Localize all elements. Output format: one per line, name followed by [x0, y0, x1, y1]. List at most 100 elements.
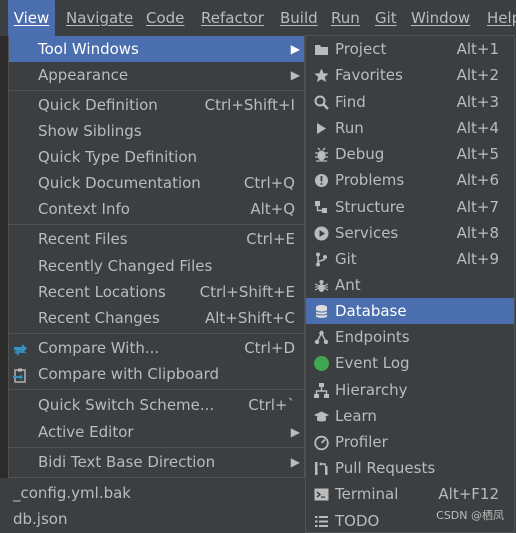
separator	[9, 90, 304, 91]
tool-window-database[interactable]: Database	[306, 298, 514, 324]
pull-request-icon	[313, 459, 330, 476]
tool-window-git[interactable]: Git Alt+9	[306, 246, 514, 272]
tool-window-profiler[interactable]: Profiler	[306, 429, 514, 455]
menu-item-label: Compare With...	[38, 339, 160, 357]
shortcut-label: Alt+8	[456, 224, 499, 242]
file-config-bak[interactable]: _config.yml.bak	[13, 484, 131, 502]
chevron-right-icon: ▶	[290, 68, 300, 82]
menu-view[interactable]: View	[8, 0, 55, 36]
menu-run[interactable]: Run	[331, 0, 360, 36]
star-icon	[313, 66, 330, 83]
tool-window-endpoints[interactable]: Endpoints	[306, 324, 514, 350]
shortcut-label: Alt+F12	[438, 485, 499, 503]
tool-window-event-log[interactable]: Event Log	[306, 350, 514, 376]
separator	[9, 333, 304, 334]
menu-item-compare-with[interactable]: Compare With... Ctrl+D	[9, 335, 304, 361]
menu-help[interactable]: Help	[487, 0, 516, 36]
tool-window-services[interactable]: Services Alt+8	[306, 220, 514, 246]
menu-refactor[interactable]: Refactor	[201, 0, 264, 36]
separator	[9, 389, 304, 390]
menu-item-label: Project	[335, 40, 387, 58]
menu-item-compare-with-clipboard[interactable]: Compare with Clipboard	[9, 361, 304, 387]
project-tree-files: _config.yml.bak db.json	[0, 478, 305, 533]
menu-item-label: Services	[335, 224, 399, 242]
menu-item-appearance[interactable]: Appearance ▶	[9, 62, 304, 88]
folder-icon	[313, 40, 330, 57]
file-db-json[interactable]: db.json	[13, 510, 67, 528]
services-icon	[313, 224, 330, 241]
chevron-right-icon: ▶	[290, 425, 300, 439]
tool-window-terminal[interactable]: Terminal Alt+F12	[306, 481, 514, 507]
menu-item-quick-definition[interactable]: Quick Definition Ctrl+Shift+I	[9, 92, 304, 118]
tool-window-favorites[interactable]: Favorites Alt+2	[306, 62, 514, 88]
terminal-icon	[313, 485, 330, 502]
tool-window-learn[interactable]: Learn	[306, 403, 514, 429]
menu-item-recent-changes[interactable]: Recent Changes Alt+Shift+C	[9, 305, 304, 331]
tool-window-structure[interactable]: Structure Alt+7	[306, 194, 514, 220]
shortcut-label: Ctrl+Shift+E	[199, 283, 295, 301]
menu-build[interactable]: Build	[280, 0, 318, 36]
menu-code[interactable]: Code	[146, 0, 184, 36]
shortcut-label: Alt+6	[456, 171, 499, 189]
menu-item-label: Quick Definition	[38, 96, 158, 114]
tool-window-debug[interactable]: Debug Alt+5	[306, 141, 514, 167]
menu-item-label: Debug	[335, 145, 385, 163]
endpoints-icon	[313, 328, 330, 345]
tool-window-project[interactable]: Project Alt+1	[306, 36, 514, 62]
menu-item-label: Learn	[335, 407, 377, 425]
menu-item-label: Recent Locations	[38, 283, 166, 301]
tool-window-ant[interactable]: Ant	[306, 272, 514, 298]
compare-clipboard-icon	[12, 366, 29, 383]
profiler-icon	[313, 433, 330, 451]
git-branch-icon	[313, 250, 330, 267]
menu-item-label: Structure	[335, 198, 405, 216]
tool-window-run[interactable]: Run Alt+4	[306, 115, 514, 141]
menu-item-quick-type-definition[interactable]: Quick Type Definition	[9, 144, 304, 170]
compare-arrows-icon	[12, 340, 29, 357]
menu-item-label: Compare with Clipboard	[38, 365, 220, 383]
shortcut-label: Alt+Shift+C	[204, 309, 295, 327]
menu-item-recent-locations[interactable]: Recent Locations Ctrl+Shift+E	[9, 279, 304, 305]
menu-item-label: Favorites	[335, 66, 403, 84]
shortcut-label: Alt+5	[456, 145, 499, 163]
menu-git[interactable]: Git	[375, 0, 397, 36]
hierarchy-icon	[313, 381, 330, 398]
menu-item-bidi-text-base-direction[interactable]: Bidi Text Base Direction ▶	[9, 449, 304, 475]
tool-window-problems[interactable]: Problems Alt+6	[306, 167, 514, 193]
menu-item-label: TODO	[335, 512, 380, 530]
ant-icon	[313, 276, 330, 293]
menu-item-label: Run	[335, 119, 364, 137]
shortcut-label: Ctrl+D	[244, 339, 295, 357]
menu-item-label: Quick Switch Scheme...	[38, 396, 215, 414]
shortcut-label: Alt+1	[456, 40, 499, 58]
menu-item-label: Recent Changes	[38, 309, 160, 327]
separator	[9, 224, 304, 225]
menu-item-label: Problems	[335, 171, 405, 189]
tool-windows-submenu: Project Alt+1 Favorites Alt+2 Find Alt+3…	[305, 35, 515, 533]
event-log-icon	[313, 354, 330, 371]
watermark: CSDN @栖凤	[436, 509, 504, 522]
play-icon	[313, 119, 330, 136]
shortcut-label: Ctrl+Q	[243, 174, 295, 192]
menu-item-context-info[interactable]: Context Info Alt+Q	[9, 196, 304, 222]
shortcut-label: Ctrl+Shift+I	[204, 96, 295, 114]
menu-item-show-siblings[interactable]: Show Siblings	[9, 118, 304, 144]
menu-item-tool-windows[interactable]: Tool Windows ▶	[9, 36, 304, 62]
menu-item-label: Profiler	[335, 433, 388, 451]
menu-item-recently-changed-files[interactable]: Recently Changed Files	[9, 253, 304, 279]
menu-navigate[interactable]: Navigate	[66, 0, 133, 36]
menu-item-quick-documentation[interactable]: Quick Documentation Ctrl+Q	[9, 170, 304, 196]
menu-item-recent-files[interactable]: Recent Files Ctrl+E	[9, 226, 304, 252]
menu-item-label: Endpoints	[335, 328, 410, 346]
menu-item-label: Find	[335, 93, 366, 111]
shortcut-label: Alt+9	[456, 250, 499, 268]
menu-item-active-editor[interactable]: Active Editor ▶	[9, 419, 304, 445]
menu-item-label: Tool Windows	[38, 40, 139, 58]
menu-window[interactable]: Window	[411, 0, 470, 36]
search-icon	[313, 93, 330, 110]
learn-icon	[313, 407, 330, 424]
tool-window-pull-requests[interactable]: Pull Requests	[306, 455, 514, 481]
menu-item-quick-switch-scheme[interactable]: Quick Switch Scheme... Ctrl+`	[9, 392, 304, 418]
tool-window-find[interactable]: Find Alt+3	[306, 89, 514, 115]
tool-window-hierarchy[interactable]: Hierarchy	[306, 377, 514, 403]
